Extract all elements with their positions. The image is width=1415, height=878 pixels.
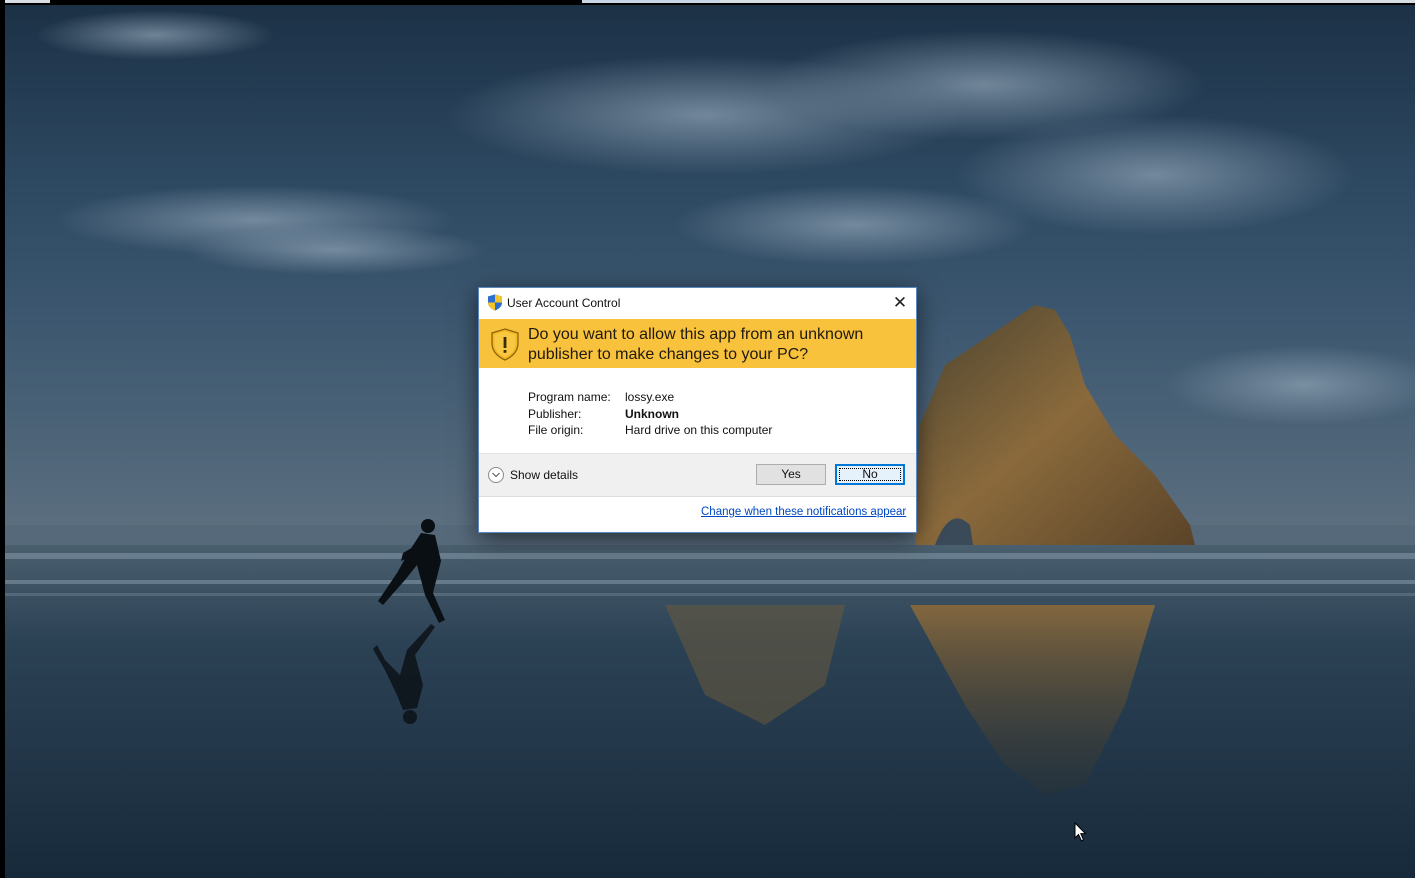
- no-button[interactable]: No: [835, 464, 905, 485]
- warning-shield-icon: [491, 328, 519, 361]
- change-notifications-link[interactable]: Change when these notifications appear: [701, 506, 906, 518]
- chevron-down-circle-icon: [488, 467, 504, 483]
- program-info: Program name: lossy.exe Publisher: Unkno…: [528, 389, 772, 439]
- yes-button[interactable]: Yes: [756, 464, 826, 485]
- top-edge-segment: [0, 0, 50, 3]
- show-details-label: Show details: [510, 468, 579, 482]
- top-edge-segment: [720, 0, 1415, 3]
- file-origin-row: File origin: Hard drive on this computer: [528, 422, 772, 439]
- uac-titlebar: User Account Control ✕: [479, 288, 916, 318]
- program-name-value: lossy.exe: [625, 390, 675, 404]
- file-origin-value: Hard drive on this computer: [625, 423, 773, 437]
- desktop: User Account Control ✕ Do you want to al…: [0, 0, 1415, 878]
- uac-title: User Account Control: [507, 296, 621, 310]
- publisher-value: Unknown: [625, 406, 679, 421]
- publisher-label: Publisher:: [528, 406, 582, 421]
- show-details-button[interactable]: Show details: [488, 466, 578, 484]
- uac-dialog: User Account Control ✕ Do you want to al…: [478, 287, 917, 533]
- close-icon[interactable]: ✕: [889, 293, 911, 313]
- top-edge-segment: [582, 0, 720, 3]
- uac-question: Do you want to allow this app from an un…: [528, 326, 864, 363]
- uac-button-bar: Show details Yes No: [479, 453, 916, 497]
- uac-warning-banner: Do you want to allow this app from an un…: [479, 319, 916, 368]
- file-origin-label: File origin:: [528, 423, 584, 437]
- program-name-row: Program name: lossy.exe: [528, 389, 772, 406]
- program-name-label: Program name:: [528, 390, 611, 404]
- publisher-row: Publisher: Unknown: [528, 406, 772, 423]
- mouse-cursor-icon: [1074, 822, 1087, 842]
- focus-rectangle: [839, 468, 901, 481]
- uac-shield-icon: [488, 294, 502, 311]
